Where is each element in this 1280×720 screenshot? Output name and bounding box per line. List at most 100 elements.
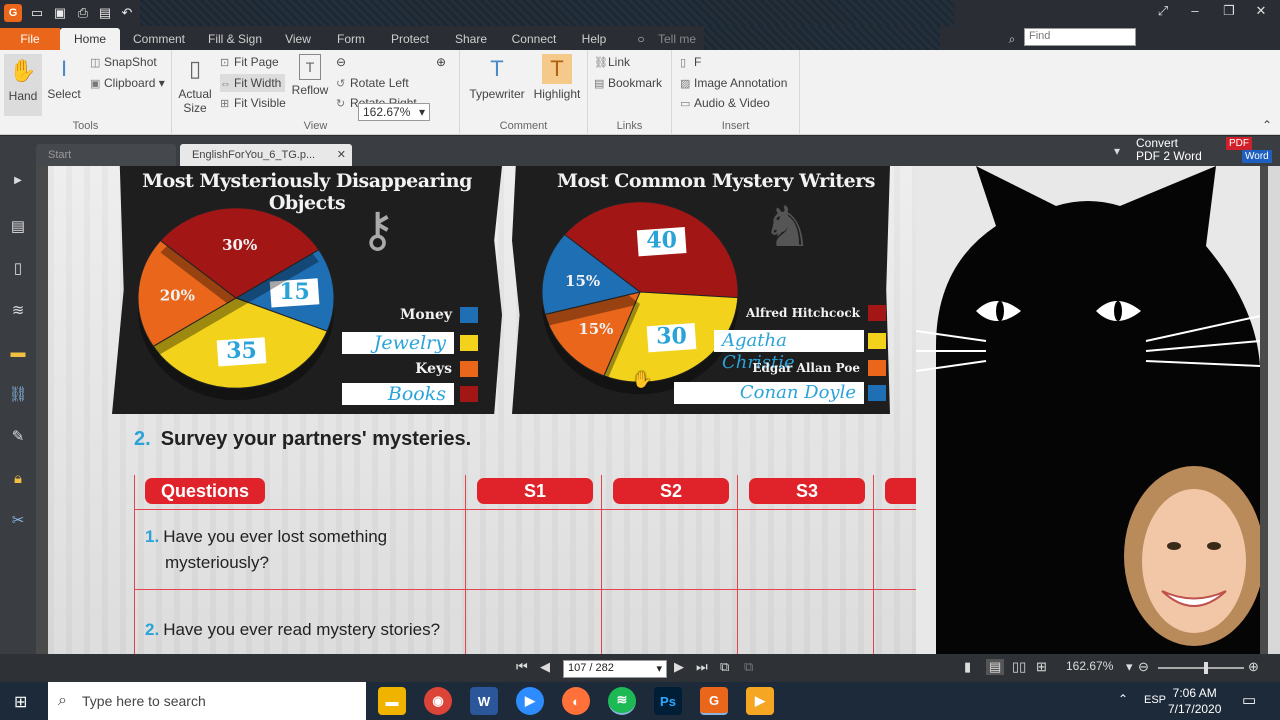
actual-size-button[interactable]: ▯ Actual Size (178, 54, 212, 116)
page-thumbnail-icon[interactable]: ▯ (8, 258, 28, 278)
zoom-level[interactable]: 162.67% (1066, 659, 1113, 673)
vertical-scrollbar[interactable] (1268, 166, 1280, 654)
minimize-button[interactable]: – (1184, 3, 1206, 23)
tab-protect[interactable]: Protect (384, 28, 436, 50)
open-icon[interactable]: ▭ (28, 4, 46, 22)
media-player-icon[interactable]: ▶ (746, 687, 774, 715)
tab-fill-sign[interactable]: Fill & Sign (204, 28, 266, 50)
previous-view-icon[interactable]: ⧉ (720, 659, 729, 675)
photoshop-icon[interactable]: Ps (654, 687, 682, 715)
tab-view[interactable]: View (280, 28, 316, 50)
lock-icon[interactable]: 🔒︎ (8, 468, 28, 488)
tab-help[interactable]: Help (578, 28, 610, 50)
tab-connect[interactable]: Connect (506, 28, 562, 50)
continuous-facing-icon[interactable]: ⊞ (1036, 659, 1047, 675)
tab-comment[interactable]: Comment (128, 28, 190, 50)
undo-icon[interactable]: ↶ (118, 4, 136, 22)
save-icon[interactable]: ▣ (51, 4, 69, 22)
fit-page-button[interactable]: ⊡ Fit Page (220, 53, 279, 71)
tools-icon[interactable]: ✂ (8, 510, 28, 530)
firefox-icon[interactable]: ◐ (562, 687, 590, 715)
audio-video-button[interactable]: ▭ Audio & Video (680, 94, 770, 112)
close-tab-icon[interactable]: ✕ (337, 144, 346, 166)
pages-icon[interactable]: ▤ (8, 216, 28, 236)
file-attachment-button[interactable]: ▯ F (680, 53, 701, 71)
close-button[interactable]: ✕ (1250, 3, 1272, 23)
foxit-reader-icon[interactable]: G (700, 687, 728, 715)
tab-file[interactable]: File (0, 28, 60, 50)
link-icon[interactable]: ⛓ (8, 384, 28, 404)
spotify-icon[interactable]: ≋ (608, 687, 636, 715)
clock[interactable]: 7:06 AM 7/17/2020 (1168, 685, 1221, 717)
comments-icon[interactable]: ▬ (8, 342, 28, 362)
previous-page-icon[interactable]: ◀ (540, 659, 550, 675)
last-page-icon[interactable]: ⏭ (696, 659, 708, 675)
tab-current-document[interactable]: EnglishForYou_6_TG.p... ✕ (180, 144, 352, 166)
find-options-icon[interactable]: ⌕ (1004, 28, 1020, 50)
convert-pdf-to-word-button[interactable]: Convert PDF 2 Word PDF Word (1136, 137, 1272, 163)
column-divider (601, 475, 602, 654)
tab-share[interactable]: Share (450, 28, 492, 50)
signature-icon[interactable]: ✎ (8, 426, 28, 446)
pie-value-label: 15% (578, 320, 613, 338)
fit-visible-button[interactable]: ⊞ Fit Visible (220, 94, 286, 112)
next-page-icon[interactable]: ▶ (674, 659, 684, 675)
first-page-icon[interactable]: ⏮ (516, 659, 528, 675)
legend-swatch (460, 386, 478, 402)
zoom-select[interactable]: 162.67% ▾ (358, 103, 430, 121)
tab-home[interactable]: Home (60, 28, 120, 50)
hand-button[interactable]: ✋ Hand (4, 54, 42, 116)
rotate-right-icon: ↻ (336, 98, 346, 110)
questions-header: Questions (145, 478, 265, 504)
highlight-button[interactable]: T Highlight (530, 54, 584, 101)
expand-panel-icon[interactable]: ▶ (8, 170, 28, 190)
maximize-button[interactable]: ❐ (1218, 3, 1240, 23)
restore-ribbon-icon[interactable]: ⤢ (1152, 3, 1174, 23)
snapshot-button[interactable]: ◫ SnapShot (90, 53, 157, 71)
notifications-icon[interactable]: ▭ (1242, 691, 1256, 709)
column-divider (737, 475, 738, 654)
pie-value-label: 40 (646, 228, 677, 254)
tab-form[interactable]: Form (332, 28, 370, 50)
file-explorer-icon[interactable]: ▬ (378, 687, 406, 715)
windows-start-icon[interactable]: ⊞ (14, 692, 27, 712)
taskbar-search[interactable]: ⌕ Type here to search (48, 682, 366, 720)
image-annotation-button[interactable]: ▨ Image Annotation (680, 74, 787, 92)
find-input[interactable]: Find (1024, 28, 1136, 46)
pdf-page: Most Mysteriously Disappearing Objects 1… (48, 166, 1260, 654)
zoom-in-icon[interactable]: ⊕ (436, 53, 446, 71)
chrome-icon[interactable]: ◉ (424, 687, 452, 715)
reflow-button[interactable]: T Reflow (290, 54, 330, 97)
print-icon[interactable]: ⎙ (74, 4, 92, 22)
facing-page-icon[interactable]: ▯▯ (1012, 659, 1026, 675)
link-button[interactable]: ⛓Link (594, 53, 630, 71)
continuous-page-icon[interactable]: ▤ (986, 659, 1005, 675)
chevron-down-icon[interactable]: ▾ (1126, 659, 1133, 675)
column-header-s2: S2 (613, 478, 729, 504)
zoom-slider-thumb[interactable] (1204, 662, 1208, 674)
tab-start[interactable]: Start (36, 144, 176, 166)
bookmark-button[interactable]: ▤ Bookmark (594, 74, 662, 92)
layers-icon[interactable]: ≋ (8, 300, 28, 320)
collapse-ribbon-icon[interactable]: ⌃ (1262, 116, 1272, 134)
show-hidden-icons[interactable]: ⌃ (1118, 692, 1128, 706)
next-view-icon[interactable]: ⧉ (744, 659, 753, 675)
zoom-in-icon[interactable]: ⊕ (1248, 659, 1259, 675)
fit-width-button[interactable]: ⇔ Fit Width (220, 74, 286, 92)
clipboard-button[interactable]: ▣ Clipboard ▾ (90, 74, 165, 92)
single-page-icon[interactable]: ▮ (964, 659, 971, 675)
zoom-out-icon[interactable]: ⊖ (1138, 659, 1149, 675)
tell-me-input[interactable]: Tell me (652, 28, 702, 50)
rotate-left-button[interactable]: ↺ Rotate Left (336, 74, 409, 92)
word-icon[interactable]: W (470, 687, 498, 715)
tab-list-chevron-icon[interactable]: ▾ (1114, 144, 1120, 158)
zoom-app-icon[interactable]: ▶ (516, 687, 544, 715)
language-indicator[interactable]: ESP (1144, 694, 1166, 706)
properties-icon[interactable]: ▤ (96, 4, 114, 22)
select-button[interactable]: I Select (44, 54, 84, 102)
zoom-slider[interactable] (1158, 662, 1244, 674)
document-viewport[interactable]: Most Mysteriously Disappearing Objects 1… (36, 166, 1268, 654)
typewriter-button[interactable]: T Typewriter (468, 54, 526, 102)
zoom-out-icon[interactable]: ⊖ (336, 53, 346, 71)
page-number-input[interactable]: 107 / 282 ▾ (563, 660, 667, 678)
